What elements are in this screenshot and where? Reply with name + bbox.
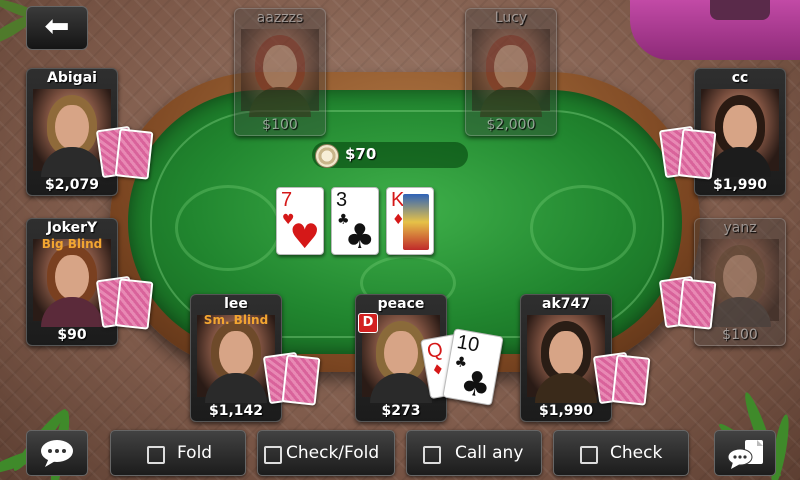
face-down-card: [677, 128, 717, 180]
community-card-3: K ♦: [386, 187, 434, 255]
check-checkbox[interactable]: [580, 446, 598, 464]
back-arrow-icon: ⬅: [44, 9, 70, 44]
player-chips: $273: [381, 403, 421, 419]
player-name: aazzzs: [256, 10, 304, 26]
back-button[interactable]: ⬅: [26, 6, 88, 50]
avatar-body: [370, 373, 432, 403]
chat-menu-button[interactable]: [714, 430, 776, 476]
player-chips: $2,000: [486, 117, 536, 133]
king-face-art: [403, 194, 429, 250]
avatar-body: [480, 87, 542, 117]
pot-amount: $70: [345, 145, 377, 163]
player-name: JokerY: [46, 220, 98, 236]
avatar-body: [41, 297, 103, 327]
player-chips: $90: [57, 327, 87, 343]
sofa-decor-detail: [710, 0, 770, 20]
avatar: [472, 29, 550, 117]
avatar-body: [41, 147, 103, 177]
avatar-body: [249, 87, 311, 117]
check-fold-checkbox[interactable]: [264, 446, 282, 464]
avatar-face: [723, 255, 757, 299]
blind-label: Big Blind: [41, 237, 103, 251]
chat-menu-icon: [727, 440, 763, 469]
check-fold-button[interactable]: Check/Fold: [257, 430, 395, 476]
avatar-face: [723, 105, 757, 149]
avatar-face: [55, 255, 89, 299]
avatar-face: [384, 331, 418, 375]
avatar-face: [263, 45, 297, 89]
player-chips: $1,990: [538, 403, 594, 419]
fold-label: Fold: [177, 443, 213, 463]
player-name: ak747: [542, 296, 590, 312]
player-name: Lucy: [494, 10, 528, 26]
check-button[interactable]: Check: [553, 430, 689, 476]
chat-button[interactable]: [26, 430, 88, 476]
chat-bubble-icon: [41, 440, 73, 467]
avatar-face: [549, 331, 583, 375]
dealer-button: D: [358, 313, 378, 333]
heart-icon: ♥: [289, 217, 320, 257]
player-name: lee: [224, 296, 248, 312]
player-name: cc: [731, 70, 749, 86]
community-card-1: 7 ♥ ♥: [276, 187, 324, 255]
player-name: peace: [377, 296, 425, 312]
player-chips: $2,079: [44, 177, 100, 193]
seat-aazzzs[interactable]: aazzzs $100: [234, 8, 326, 136]
face-down-card: [611, 354, 651, 406]
avatar-face: [55, 105, 89, 149]
face-down-card: [677, 278, 717, 330]
felt-swirl-right: [530, 185, 636, 271]
community-card-2: 3 ♣ ♣: [331, 187, 379, 255]
card-rank: 7: [281, 189, 293, 211]
player-chips: $100: [262, 117, 298, 133]
call-any-button[interactable]: Call any: [406, 430, 542, 476]
avatar-face: [494, 45, 528, 89]
pot-chip-icon: [315, 144, 339, 168]
avatar: [241, 29, 319, 117]
avatar-body: [709, 297, 771, 327]
blind-label: Sm. Blind: [203, 313, 269, 327]
avatar-body: [709, 147, 771, 177]
felt-swirl-left: [175, 185, 281, 271]
face-down-card: [114, 278, 154, 330]
check-label: Check: [610, 443, 663, 463]
call-any-checkbox[interactable]: [423, 446, 441, 464]
face-down-card: [281, 354, 321, 406]
avatar-body: [205, 373, 267, 403]
club-icon: ♣: [344, 217, 375, 257]
avatar-face: [219, 331, 253, 375]
player-name: yanz: [723, 220, 757, 236]
fold-checkbox[interactable]: [147, 446, 165, 464]
fold-button[interactable]: Fold: [110, 430, 246, 476]
diamond-icon: ♦: [430, 361, 446, 380]
card-rank: Q: [425, 338, 445, 363]
check-fold-label: Check/Fold: [286, 443, 380, 463]
seat-lucy[interactable]: Lucy $2,000: [465, 8, 557, 136]
card-rank: 3: [336, 189, 348, 211]
face-down-card: [114, 128, 154, 180]
avatar-body: [535, 373, 597, 403]
call-any-label: Call any: [455, 443, 524, 463]
club-icon: ♣: [457, 362, 495, 408]
player-chips: $1,142: [208, 403, 264, 419]
player-name: Abigai: [47, 70, 97, 86]
